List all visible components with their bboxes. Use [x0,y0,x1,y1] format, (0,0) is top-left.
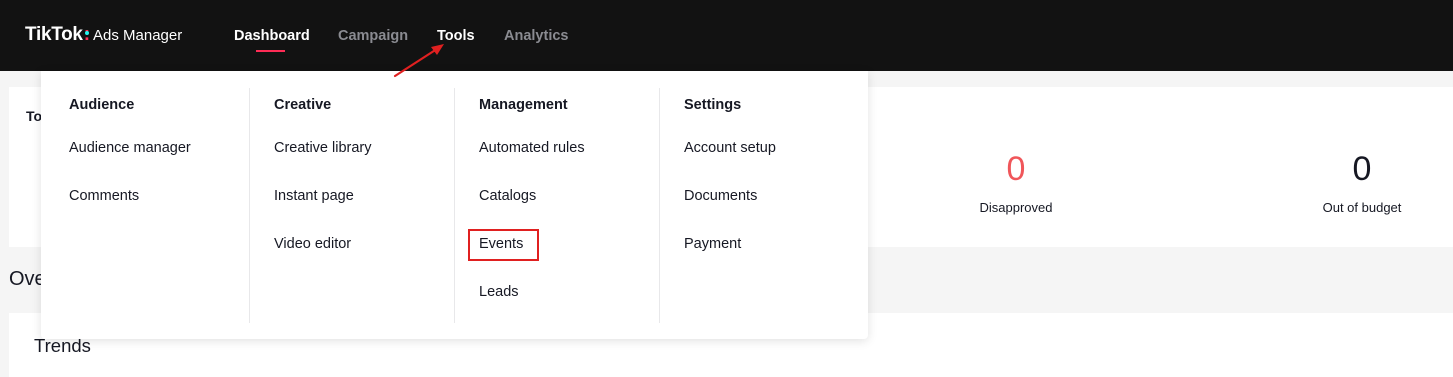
tools-dropdown-menu: Audience Audience manager Comments Creat… [41,71,868,339]
menu-item-creative-library[interactable]: Creative library [274,140,372,156]
menu-item-instant-page[interactable]: Instant page [274,188,354,204]
menu-heading-management: Management [479,97,568,113]
menu-heading-audience: Audience [69,97,135,113]
top-nav-bar: TikTok : Ads Manager Dashboard Campaign … [0,0,1453,71]
menu-item-automated-rules[interactable]: Automated rules [479,140,585,156]
menu-column-creative: Creative Creative library Instant page V… [246,88,451,323]
red-arrow-icon [393,44,444,78]
brand-subtitle: Ads Manager [93,27,183,44]
nav-item-dashboard[interactable]: Dashboard [234,28,310,44]
menu-heading-creative: Creative [274,97,332,113]
menu-item-leads[interactable]: Leads [479,284,519,300]
menu-item-payment[interactable]: Payment [684,236,741,252]
menu-item-audience-manager[interactable]: Audience manager [69,140,191,156]
disapproved-count[interactable]: 0 [956,150,1076,189]
menu-item-account-setup[interactable]: Account setup [684,140,776,156]
out-of-budget-label: Out of budget [1322,200,1402,215]
menu-item-documents[interactable]: Documents [684,188,757,204]
menu-column-management: Management Automated rules Catalogs Even… [451,88,656,323]
status-card-title: To [26,108,43,124]
menu-item-comments[interactable]: Comments [69,188,139,204]
menu-item-video-editor[interactable]: Video editor [274,236,351,252]
menu-item-catalogs[interactable]: Catalogs [479,188,536,204]
brand-separator-icon: : [83,24,91,45]
out-of-budget-count[interactable]: 0 [1302,150,1422,189]
menu-heading-settings: Settings [684,97,742,113]
nav-item-analytics[interactable]: Analytics [504,28,568,44]
menu-column-audience: Audience Audience manager Comments [41,88,246,323]
brand-logo[interactable]: TikTok : Ads Manager [25,24,182,46]
nav-active-underline [256,50,285,52]
events-highlight-box [468,229,539,261]
menu-column-settings: Settings Account setup Documents Payment [656,88,861,323]
brand-name: TikTok [25,24,83,45]
disapproved-label: Disapproved [979,200,1053,215]
